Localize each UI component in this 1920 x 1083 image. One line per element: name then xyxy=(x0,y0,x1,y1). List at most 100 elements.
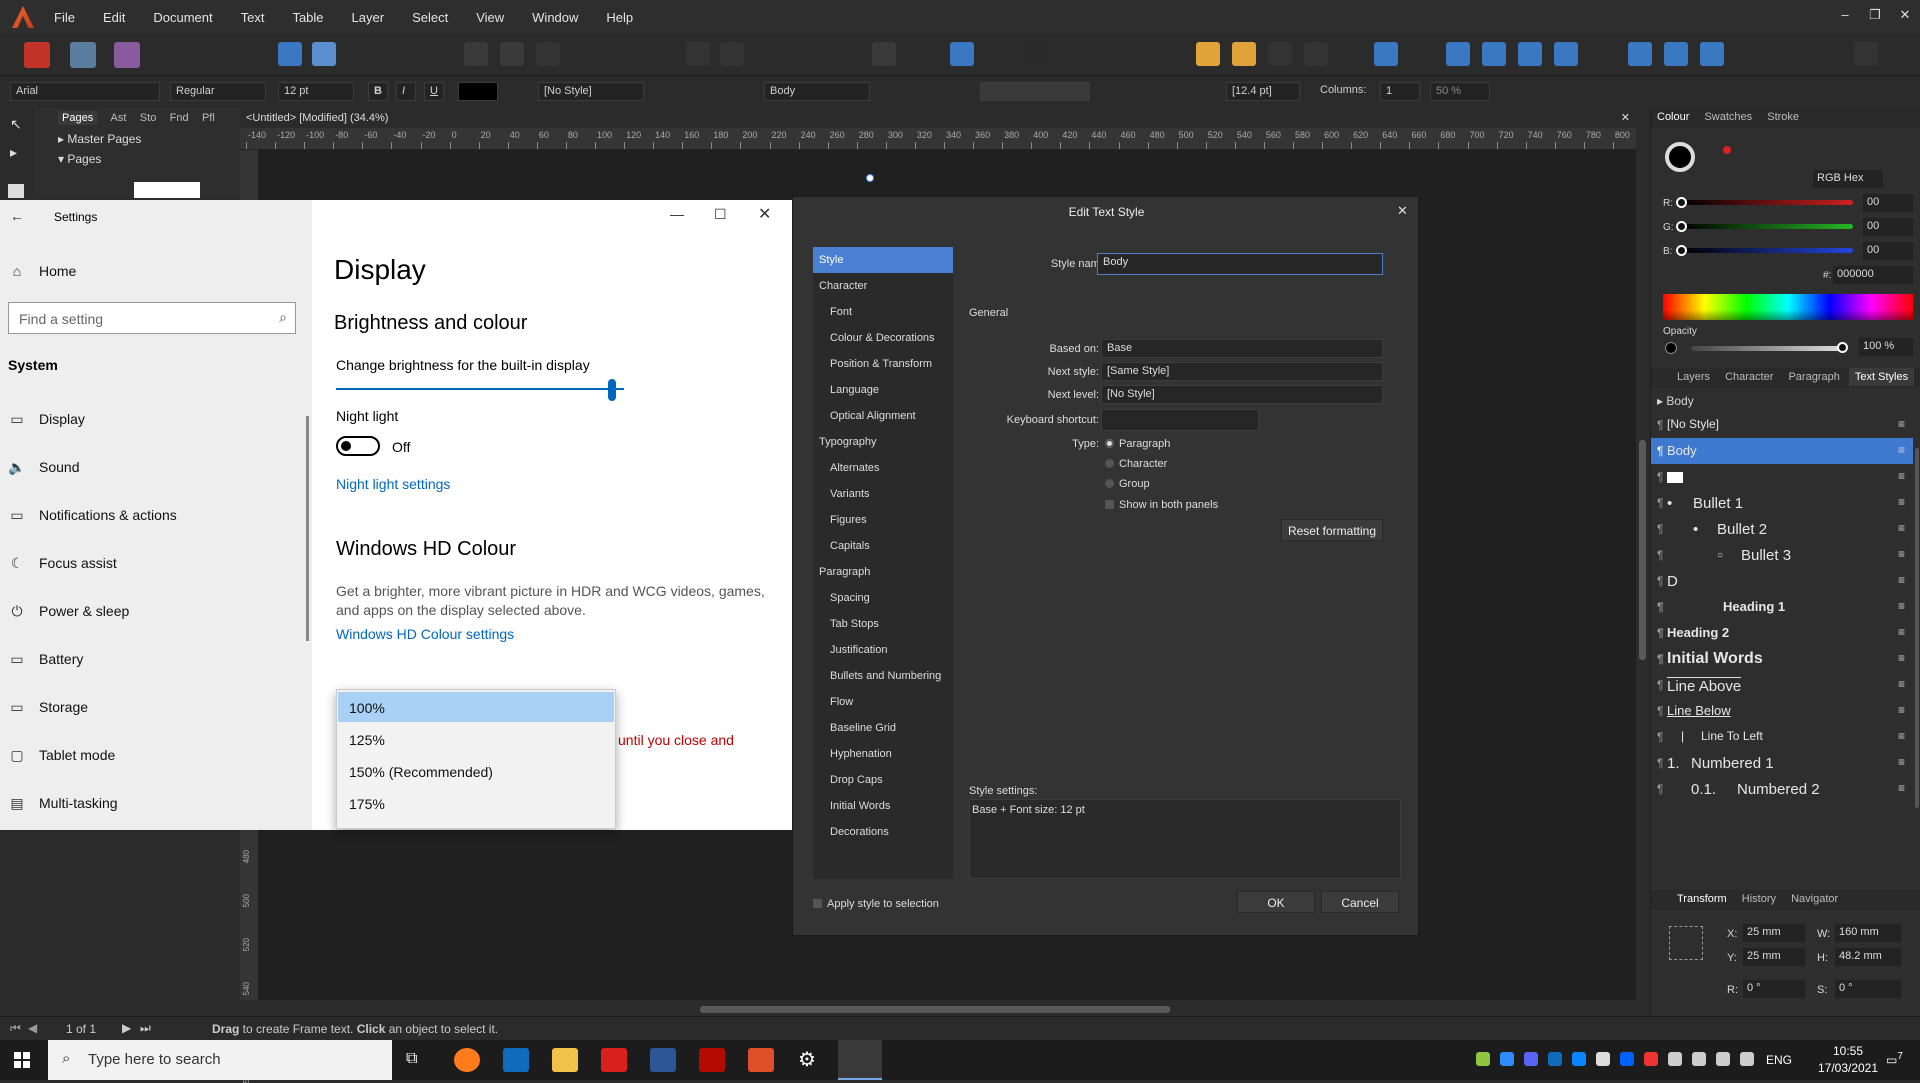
tab-find[interactable]: Fnd xyxy=(170,112,189,124)
tab-transform[interactable]: Transform xyxy=(1671,890,1733,908)
cat-language[interactable]: Language xyxy=(813,377,953,403)
last-page-icon[interactable]: ⏭ xyxy=(140,1021,151,1036)
eye-icon[interactable] xyxy=(872,42,896,66)
text-frame-icon[interactable] xyxy=(950,42,974,66)
pin-icon[interactable] xyxy=(686,42,710,66)
green-value[interactable]: 00 xyxy=(1863,218,1913,236)
text-align-group[interactable] xyxy=(980,82,1090,101)
cat-figures[interactable]: Figures xyxy=(813,507,953,533)
bold-button[interactable]: B xyxy=(368,82,388,101)
task-view-icon[interactable]: ⧉ xyxy=(406,1050,417,1068)
menu-document[interactable]: Document xyxy=(153,10,212,25)
firefox-icon[interactable] xyxy=(454,1048,480,1072)
volume-tray-icon[interactable] xyxy=(1740,1052,1754,1066)
anchor-point-selector[interactable] xyxy=(1669,926,1703,960)
taskbar-search-box[interactable]: ⌕ Type here to search xyxy=(48,1040,392,1080)
style-row-bullet2[interactable]: ¶ • Bullet 2 ≡ xyxy=(1651,516,1913,542)
tab-stock[interactable]: Sto xyxy=(140,112,157,124)
rotation-field[interactable]: 0 ° xyxy=(1743,980,1805,998)
word-icon[interactable] xyxy=(650,1048,676,1072)
y-field[interactable]: 25 mm xyxy=(1743,948,1805,966)
shear-field[interactable]: 0 ° xyxy=(1835,980,1901,998)
menu-table[interactable]: Table xyxy=(292,10,323,25)
spread-icon[interactable] xyxy=(536,42,560,66)
reset-formatting-button[interactable]: Reset formatting xyxy=(1281,519,1383,541)
eyedropper-icon[interactable] xyxy=(1723,146,1731,154)
red-slider-knob[interactable] xyxy=(1676,197,1687,208)
master-pages-item[interactable]: ▸ Master Pages xyxy=(58,132,141,146)
vertical-scrollbar[interactable] xyxy=(1639,440,1646,660)
width-field[interactable]: 160 mm xyxy=(1835,924,1901,942)
minimize-button[interactable]: – xyxy=(1830,0,1860,34)
blue-slider[interactable] xyxy=(1681,248,1853,253)
blue-slider-knob[interactable] xyxy=(1676,245,1687,256)
text-colour-swatch[interactable] xyxy=(458,82,498,101)
font-weight-select[interactable]: Regular xyxy=(170,82,266,101)
tab-history[interactable]: History xyxy=(1736,890,1782,908)
menu-edit[interactable]: Edit xyxy=(103,10,125,25)
style-row-no-style[interactable]: ¶ [No Style] ≡ xyxy=(1651,412,1913,438)
pages-item[interactable]: ▾ Pages xyxy=(58,152,101,166)
style-row-line-below[interactable]: ¶ Line Below ≡ xyxy=(1651,698,1913,724)
dropbox-tray-icon[interactable] xyxy=(1620,1052,1634,1066)
red-slider[interactable] xyxy=(1681,200,1853,205)
zoom-tray-icon[interactable] xyxy=(1500,1052,1514,1066)
document-tab[interactable]: <Untitled> [Modified] (34.4%) ✕ xyxy=(240,110,1640,126)
night-light-settings-link[interactable]: Night light settings xyxy=(336,476,450,492)
rotate-left-icon[interactable] xyxy=(1518,42,1542,66)
style-row-line-above[interactable]: ¶ Line Above ≡ xyxy=(1651,672,1913,698)
cat-font[interactable]: Font xyxy=(813,299,953,325)
colour-spectrum[interactable] xyxy=(1663,294,1913,320)
cat-hyphenation[interactable]: Hyphenation xyxy=(813,741,953,767)
arrange-bottom-icon[interactable] xyxy=(1304,42,1328,66)
tab-colour[interactable]: Colour xyxy=(1651,108,1695,126)
flip-horizontal-icon[interactable] xyxy=(1446,42,1470,66)
nav-display[interactable]: ▭ Display xyxy=(0,400,312,440)
scale-option-175[interactable]: 175% xyxy=(338,788,614,818)
affinity-publisher-taskbar-icon[interactable] xyxy=(838,1040,882,1080)
cat-drop-caps[interactable]: Drop Caps xyxy=(813,767,953,793)
page-thumbnail[interactable] xyxy=(134,182,200,198)
back-arrow-icon[interactable]: ← xyxy=(10,208,24,224)
sidebar-scrollbar[interactable] xyxy=(306,416,309,641)
tab-pages[interactable]: Pages xyxy=(58,111,98,125)
character-style-select[interactable]: [No Style] xyxy=(538,82,644,101)
style-row-line-to-left[interactable]: ¶ | Line To Left ≡ xyxy=(1651,724,1913,750)
menu-window[interactable]: Window xyxy=(532,10,578,25)
colour-model-select[interactable]: RGB Hex xyxy=(1813,170,1883,188)
type-group-radio[interactable] xyxy=(1105,479,1114,488)
cat-typography[interactable]: Typography xyxy=(813,429,953,455)
nav-tablet-mode[interactable]: ▢ Tablet mode xyxy=(0,736,312,776)
cat-baseline-grid[interactable]: Baseline Grid xyxy=(813,715,953,741)
gutter-stepper[interactable]: 50 % xyxy=(1430,82,1490,101)
arrange-back-icon[interactable] xyxy=(1232,42,1256,66)
menu-layer[interactable]: Layer xyxy=(352,10,385,25)
nav-sound[interactable]: 🔈 Sound xyxy=(0,448,312,488)
close-app-button[interactable]: ✕ xyxy=(1890,0,1920,34)
next-page-icon[interactable]: ▶ xyxy=(122,1021,131,1035)
tab-paragraph[interactable]: Paragraph xyxy=(1782,368,1845,386)
cat-capitals[interactable]: Capitals xyxy=(813,533,953,559)
language-indicator[interactable]: ENG xyxy=(1766,1053,1792,1067)
file-explorer-icon[interactable] xyxy=(552,1048,578,1072)
show-both-panels-checkbox[interactable] xyxy=(1105,500,1114,509)
cancel-button[interactable]: Cancel xyxy=(1321,891,1399,913)
type-character-radio[interactable] xyxy=(1105,459,1114,468)
snapping-icon[interactable] xyxy=(1024,42,1048,66)
style-row-bullet1[interactable]: ¶ • Bullet 1 ≡ xyxy=(1651,490,1913,516)
network-tray-icon[interactable] xyxy=(1668,1052,1682,1066)
preview-icon[interactable] xyxy=(500,42,524,66)
nav-power-sleep[interactable]: ⏻ Power & sleep xyxy=(0,592,312,632)
window-close-button[interactable]: ✕ xyxy=(758,204,771,224)
photo-persona-icon[interactable] xyxy=(114,42,140,68)
night-light-toggle[interactable] xyxy=(336,436,380,456)
height-field[interactable]: 48.2 mm xyxy=(1835,948,1901,966)
next-style-select[interactable]: [Same Style] xyxy=(1101,362,1383,381)
style-row-bullet3[interactable]: ¶ ○ Bullet 3 ≡ xyxy=(1651,542,1913,568)
next-level-select[interactable]: [No Style] xyxy=(1101,385,1383,404)
first-page-icon[interactable]: ⏮ xyxy=(10,1021,21,1036)
frame-text-tool-icon[interactable] xyxy=(8,184,24,198)
cat-paragraph[interactable]: Paragraph xyxy=(813,559,953,585)
account-icon[interactable] xyxy=(1854,42,1878,66)
nav-battery[interactable]: ▭ Battery xyxy=(0,640,312,680)
